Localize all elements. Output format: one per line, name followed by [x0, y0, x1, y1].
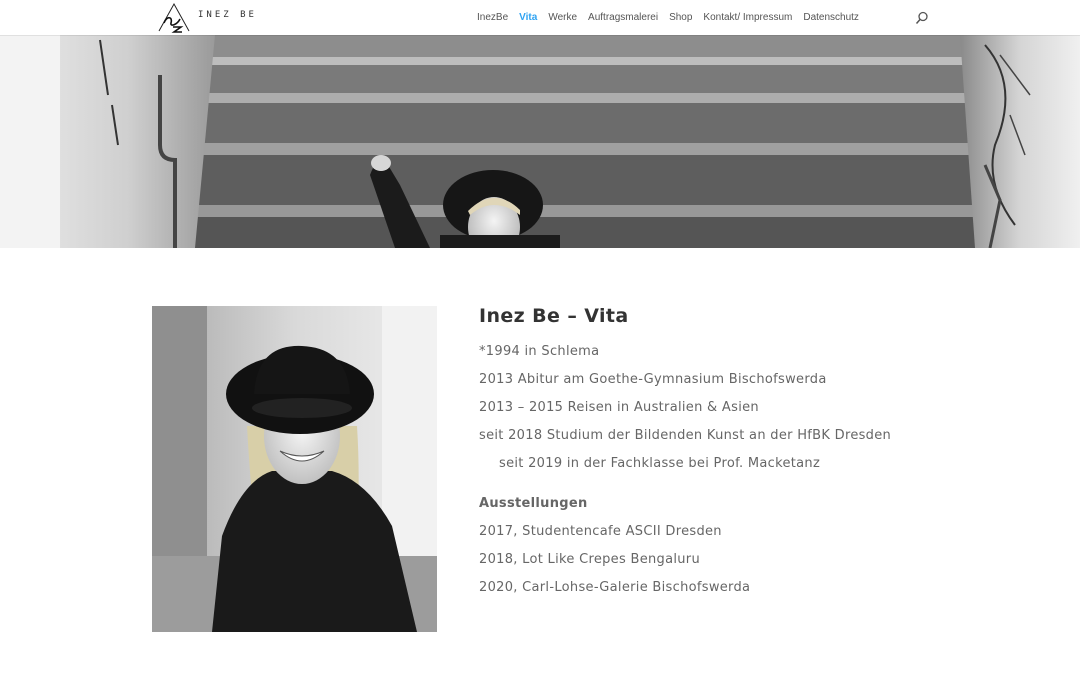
logo-text: INEZ BE: [198, 10, 257, 20]
exhibition-item: 2017, Studentencafe ASCII Dresden: [479, 524, 722, 539]
site-logo[interactable]: INEZ BE: [155, 1, 254, 33]
vita-line: seit 2019 in der Fachklasse bei Prof. Ma…: [499, 456, 821, 471]
page-title: Inez Be – Vita: [479, 305, 629, 327]
exhibitions-heading: Ausstellungen: [479, 496, 588, 511]
nav-item-auftragsmalerei[interactable]: Auftragsmalerei: [588, 12, 658, 23]
vita-line: seit 2018 Studium der Bildenden Kunst an…: [479, 428, 892, 443]
nav-item-inezbe[interactable]: InezBe: [477, 12, 508, 23]
main-nav: InezBe Vita Werke Auftragsmalerei Shop K…: [477, 0, 870, 35]
nav-item-shop[interactable]: Shop: [669, 12, 692, 23]
vita-line: 2013 Abitur am Goethe-Gymnasium Bischofs…: [479, 372, 827, 387]
site-header: INEZ BE InezBe Vita Werke Auftragsmalere…: [0, 0, 1080, 35]
vita-line: 2013 – 2015 Reisen in Australien & Asien: [479, 400, 759, 415]
nav-item-werke[interactable]: Werke: [548, 12, 577, 23]
hero-image: [0, 35, 1080, 248]
nav-item-datenschutz[interactable]: Datenschutz: [803, 12, 859, 23]
nav-item-vita[interactable]: Vita: [519, 12, 537, 23]
search-icon[interactable]: [915, 11, 929, 25]
exhibition-item: 2018, Lot Like Crepes Bengaluru: [479, 552, 700, 567]
nav-item-kontakt[interactable]: Kontakt/ Impressum: [703, 12, 792, 23]
logo-mark-icon: [158, 2, 190, 33]
vita-section: Inez Be – Vita *1994 in Schlema 2013 Abi…: [479, 302, 939, 602]
vita-line: *1994 in Schlema: [479, 344, 600, 359]
portrait-image: [152, 306, 437, 632]
exhibition-item: 2020, Carl-Lohse-Galerie Bischofswerda: [479, 580, 751, 595]
